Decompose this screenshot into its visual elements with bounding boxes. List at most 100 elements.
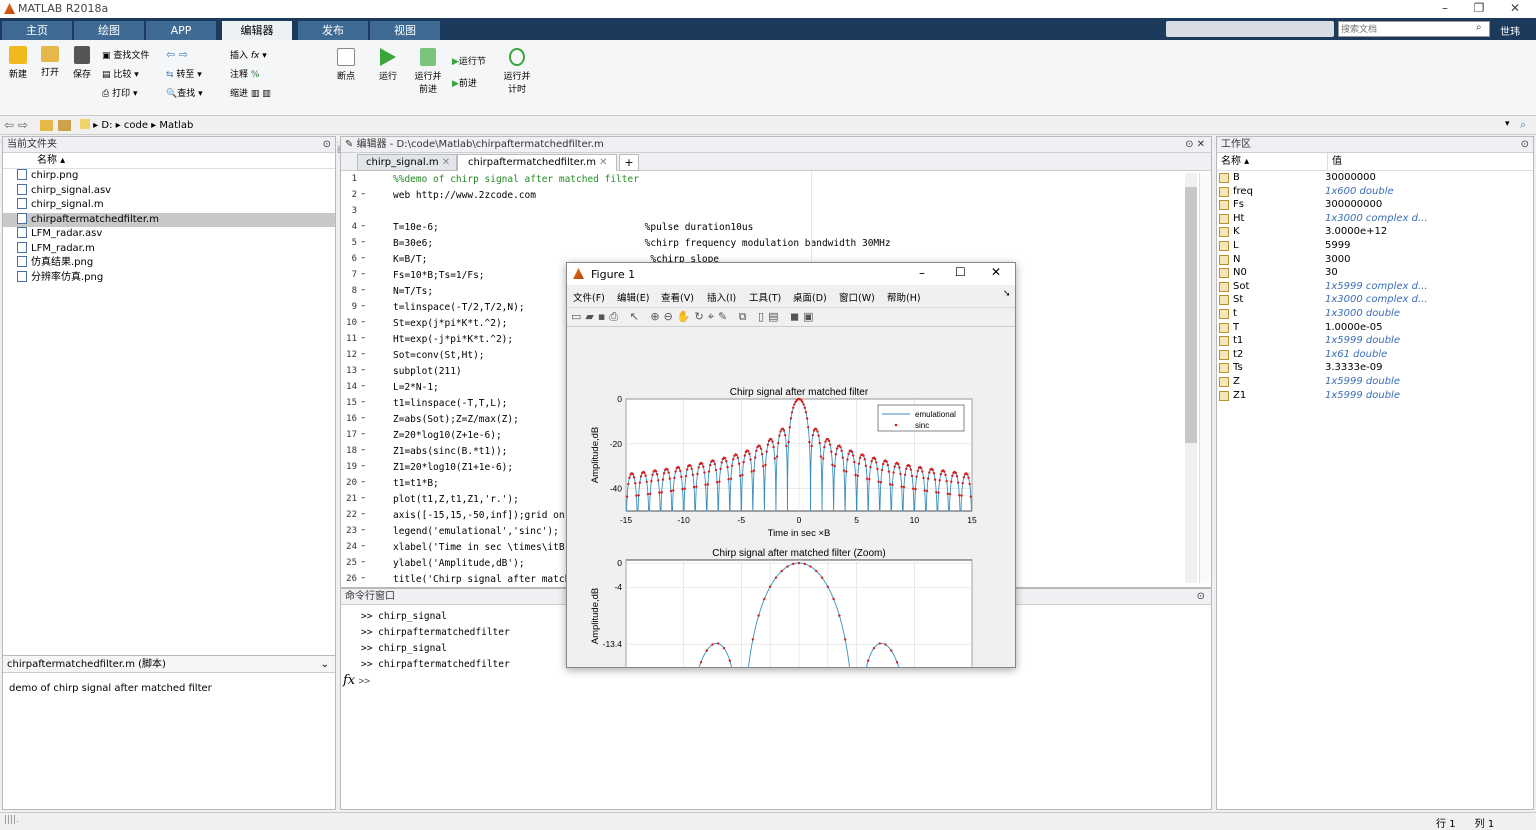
figure-maximize-icon[interactable]: ☐: [955, 265, 966, 279]
save-button[interactable]: 保存: [70, 46, 94, 80]
breakpoint-dash[interactable]: –: [361, 413, 366, 423]
comment-button[interactable]: 注释 %: [230, 67, 259, 80]
file-list-item[interactable]: chirp_signal.asv: [3, 183, 335, 199]
breakpoint-dash[interactable]: –: [361, 317, 366, 327]
workspace-name-col[interactable]: 名称 ▴: [1221, 153, 1249, 171]
breakpoint-button[interactable]: 断点: [332, 48, 360, 82]
breakpoint-dash[interactable]: –: [361, 461, 366, 471]
workspace-row[interactable]: Ts 3.3333e-09: [1217, 361, 1533, 375]
new-figure-icon[interactable]: ▭: [571, 310, 585, 323]
run-button[interactable]: 运行: [374, 48, 402, 82]
breakpoint-dash[interactable]: –: [361, 189, 366, 199]
tab-close-icon[interactable]: ✕: [599, 157, 607, 168]
figure-menu-item[interactable]: 工具(T): [749, 290, 781, 304]
file-list-item[interactable]: 仿真结果.png: [3, 256, 335, 271]
breadcrumb-code[interactable]: code: [124, 120, 148, 131]
figure-menu-item[interactable]: 文件(F): [573, 290, 605, 304]
back-icon[interactable]: ⇦ ⇨: [4, 118, 28, 132]
zoom-out-icon[interactable]: ⊖: [664, 310, 677, 323]
breakpoint-dash[interactable]: –: [361, 573, 366, 583]
pan-icon[interactable]: ✋: [677, 310, 695, 323]
indent-button[interactable]: 缩进 ▥ ▥: [230, 86, 271, 99]
user-name[interactable]: 世玮: [1500, 23, 1520, 38]
save-figure-icon[interactable]: ▪: [598, 310, 609, 323]
compare-button[interactable]: ▤ 比较 ▾: [102, 67, 139, 80]
figure-minimize-icon[interactable]: –: [919, 266, 925, 280]
file-list-item[interactable]: 分辨率仿真.png: [3, 270, 335, 286]
breadcrumb-drive[interactable]: D:: [101, 120, 112, 131]
fx-icon[interactable]: fx: [343, 673, 355, 688]
restore-icon[interactable]: ❐: [1464, 1, 1494, 15]
find-button[interactable]: 🔍查找 ▾: [166, 86, 203, 99]
workspace-row[interactable]: freq 1x600 double: [1217, 185, 1533, 199]
file-list-item[interactable]: LFM_radar.asv: [3, 227, 335, 242]
workspace-row[interactable]: Fs 300000000: [1217, 198, 1533, 212]
dock-icon[interactable]: ▣: [803, 310, 817, 323]
panel-menu-icon[interactable]: ⊙: [323, 137, 331, 153]
figure-menu-item[interactable]: 编辑(E): [617, 290, 649, 304]
figure-menu-item[interactable]: 帮助(H): [887, 290, 921, 304]
workspace-value-col[interactable]: 值: [1327, 153, 1342, 171]
advance-button[interactable]: ▶前进: [452, 76, 477, 89]
zoom-in-icon[interactable]: ⊕: [650, 310, 663, 323]
pointer-icon[interactable]: ↖: [630, 310, 643, 323]
print-figure-icon[interactable]: ⎙: [609, 310, 622, 323]
hide-tools-icon[interactable]: ◼: [790, 310, 803, 323]
figure-menu-item[interactable]: 桌面(D): [793, 290, 827, 304]
breakpoint-dash[interactable]: –: [361, 397, 366, 407]
file-detail-header[interactable]: chirpaftermatchedfilter.m (脚本) ⌄: [3, 655, 335, 673]
tab-chirp-signal[interactable]: chirp_signal.m ✕: [357, 154, 457, 171]
breakpoint-dash[interactable]: –: [361, 269, 366, 279]
workspace-row[interactable]: Ht 1x3000 complex d...: [1217, 212, 1533, 226]
breakpoint-dash[interactable]: –: [361, 349, 366, 359]
search-docs-input[interactable]: [1338, 21, 1490, 37]
link-icon[interactable]: ⧉: [739, 310, 751, 323]
breakpoint-dash[interactable]: –: [361, 301, 366, 311]
workspace-row[interactable]: Sot 1x5999 complex d...: [1217, 280, 1533, 294]
figure-menu-item[interactable]: 查看(V): [661, 290, 694, 304]
breakpoint-dash[interactable]: –: [361, 477, 366, 487]
open-file-icon[interactable]: ▰: [585, 310, 597, 323]
breakpoint-dash[interactable]: –: [361, 429, 366, 439]
folder-up-icon[interactable]: [40, 120, 53, 131]
workspace-row[interactable]: t2 1x61 double: [1217, 348, 1533, 362]
workspace-row[interactable]: t1 1x5999 double: [1217, 334, 1533, 348]
command-prompt-row[interactable]: fx >>: [343, 673, 370, 688]
run-advance-button[interactable]: 运行并前进: [412, 48, 444, 95]
breakpoint-dash[interactable]: –: [361, 221, 366, 231]
tab-home[interactable]: 主页: [2, 21, 72, 40]
browse-icon[interactable]: [58, 120, 71, 131]
breakpoint-dash[interactable]: –: [361, 525, 366, 535]
legend-icon[interactable]: ▤: [768, 310, 782, 323]
tab-plots[interactable]: 绘图: [74, 21, 144, 40]
search-icon[interactable]: ⌕: [1476, 22, 1482, 33]
figure-canvas[interactable]: -15 -10 -5 0 5 10 150-20-40Chirp signal after …: [567, 327, 1015, 667]
file-list-item[interactable]: chirp.png: [3, 169, 335, 184]
editor-close-icon[interactable]: ⊙ ✕: [1185, 137, 1205, 153]
figure-close-icon[interactable]: ✕: [991, 265, 1001, 279]
breakpoint-dash[interactable]: –: [361, 365, 366, 375]
goto-button[interactable]: ⇆ 转至 ▾: [166, 67, 202, 80]
breakpoint-dash[interactable]: –: [361, 493, 366, 503]
breakpoint-dash[interactable]: –: [361, 381, 366, 391]
data-cursor-icon[interactable]: ⌖: [708, 310, 718, 323]
insert-button[interactable]: 插入 fx ▾: [230, 48, 267, 61]
workspace-row[interactable]: t 1x3000 double: [1217, 307, 1533, 321]
run-section-button[interactable]: ▶运行节: [452, 54, 486, 67]
tab-publish[interactable]: 发布: [298, 21, 368, 40]
workspace-row[interactable]: K 3.0000e+12: [1217, 225, 1533, 239]
file-list-item[interactable]: chirp_signal.m: [3, 198, 335, 213]
files-column-header[interactable]: 名称 ▴: [3, 153, 335, 169]
brush-icon[interactable]: ✎: [718, 310, 731, 323]
close-icon[interactable]: ✕: [1500, 1, 1530, 15]
workspace-row[interactable]: B 30000000: [1217, 171, 1533, 185]
tab-view[interactable]: 视图: [370, 21, 440, 40]
workspace-row[interactable]: Z1 1x5999 double: [1217, 389, 1533, 403]
breadcrumb-matlab[interactable]: Matlab: [159, 120, 193, 131]
editor-scrollbar[interactable]: [1185, 173, 1197, 583]
tab-apps[interactable]: APP: [146, 21, 216, 40]
tab-close-icon[interactable]: ✕: [442, 157, 450, 168]
tab-chirpaftermatchedfilter[interactable]: chirpaftermatchedfilter.m ✕: [457, 154, 617, 171]
rotate-icon[interactable]: ↻: [695, 310, 708, 323]
breakpoint-dash[interactable]: –: [361, 253, 366, 263]
